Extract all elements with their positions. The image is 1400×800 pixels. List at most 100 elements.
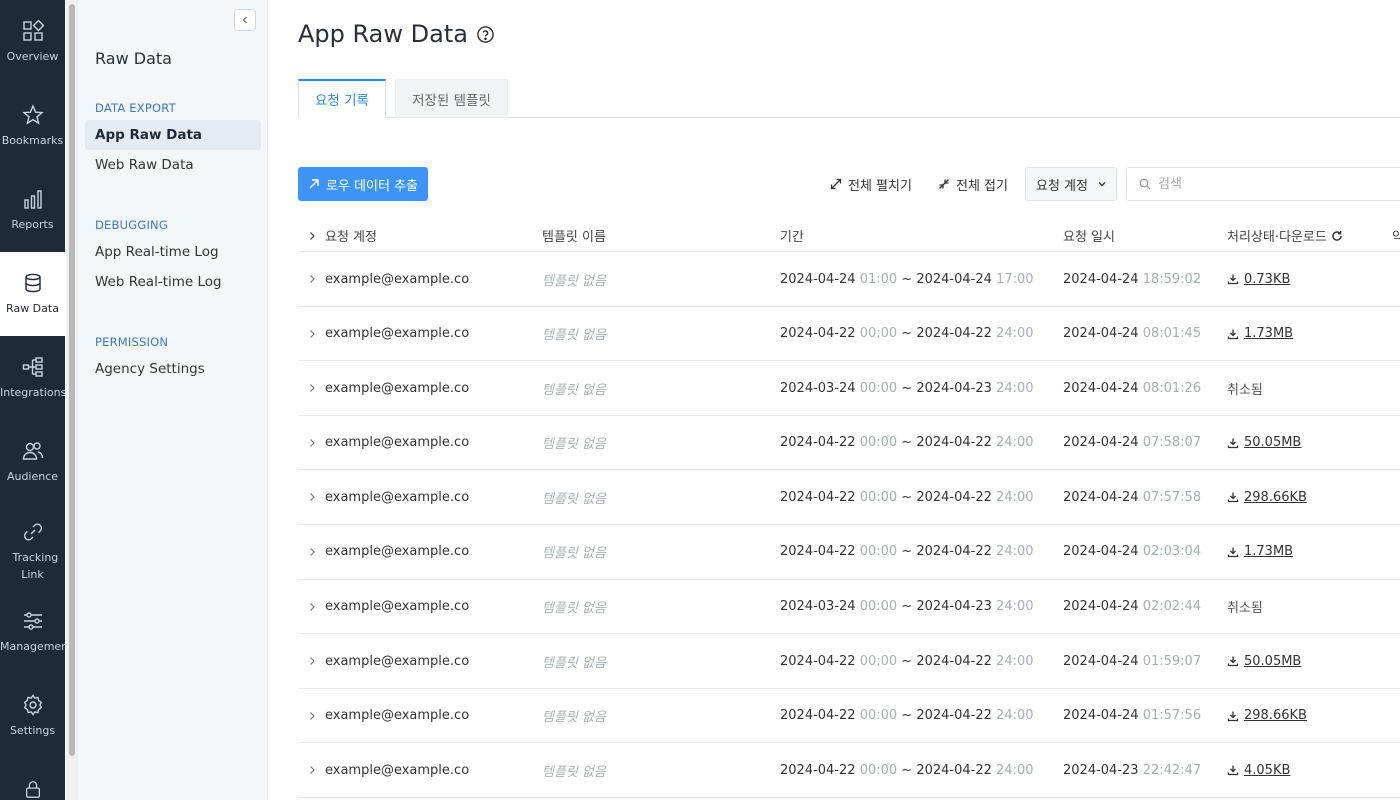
chevron-right-icon[interactable] [307,329,317,339]
period-cell: 2024-03-24 00:00 ~ 2024-04-23 24:00 [780,361,1034,415]
help-icon[interactable] [476,25,495,44]
chevron-left-icon [242,16,247,24]
collapse-sidebar-button[interactable] [234,9,256,31]
search-input[interactable] [1158,176,1400,192]
table-row[interactable]: example@example.co 템플릿 없음 2024-04-22 00:00… [298,307,1400,362]
status-cell: 0.73KB [1227,252,1290,306]
period-separator: ~ [897,762,917,778]
rail-item-tracking-link[interactable]: Tracking Link [0,504,65,600]
request-history-table: 요청 계정 템플릿 이름 기간 요청 일시 처리상태·다운로드 약 exampl… [298,216,1400,798]
table-row[interactable]: example@example.co 템플릿 없음 2024-04-24 01:00… [298,252,1400,307]
tab-saved-templates[interactable]: 저장된 템플릿 [395,79,508,118]
collapse-all-label: 전체 접기 [956,178,1008,194]
chevron-right-icon[interactable] [307,547,317,557]
chevron-right-icon[interactable] [307,656,317,666]
database-icon [24,273,41,292]
nav-link-agency-settings[interactable]: Agency Settings [85,354,261,384]
chevron-right-icon[interactable] [307,711,317,721]
table-row[interactable]: example@example.co 템플릿 없음 2024-03-24 00:00… [298,580,1400,635]
download-link[interactable]: 298.66KB [1227,708,1307,723]
account-cell[interactable]: example@example.co [307,307,469,361]
nav-link-app-realtime-log[interactable]: App Real-time Log [85,237,261,267]
rail-item-audience[interactable]: Audience [0,420,65,504]
start-time: 00:00 [859,544,898,560]
rail-scrollbar-thumb[interactable] [69,4,75,756]
request-time-cell: 2024-04-24 08:01:45 [1063,307,1201,361]
nav-link-web-raw-data[interactable]: Web Raw Data [85,150,261,180]
file-size: 298.66KB [1244,489,1307,505]
account-cell[interactable]: example@example.co [307,470,469,524]
account-cell[interactable]: example@example.co [307,634,469,688]
account-cell[interactable]: example@example.co [307,361,469,415]
request-clock: 01:59:07 [1142,653,1202,669]
rail-item-bookmarks[interactable]: Bookmarks [0,84,65,168]
overview-icon [22,19,44,41]
table-row[interactable]: example@example.co 템플릿 없음 2024-04-22 00:00… [298,634,1400,689]
account-email: example@example.co [325,762,470,778]
download-link[interactable]: 0.73KB [1227,272,1290,287]
end-date: 2024-04-22 [916,762,992,778]
rail-item-lock[interactable] [0,765,65,800]
chevron-right-icon[interactable] [307,383,317,393]
period-separator: ~ [897,380,917,396]
start-time: 01:00 [859,271,898,287]
table-row[interactable]: example@example.co 템플릿 없음 2024-04-22 00:00… [298,743,1400,798]
download-link[interactable]: 298.66KB [1227,490,1307,505]
chevron-right-icon[interactable] [307,492,317,502]
template-name: 템플릿 없음 [542,437,606,453]
request-clock: 07:58:07 [1142,435,1202,451]
download-link[interactable]: 1.73MB [1227,544,1293,559]
header-request-account[interactable]: 요청 계정 [307,226,377,245]
table-row[interactable]: example@example.co 템플릿 없음 2024-03-24 00:00… [298,361,1400,416]
rail-item-raw-data[interactable]: Raw Data [0,252,65,336]
tab-request-history[interactable]: 요청 기록 [298,79,386,119]
account-cell[interactable]: example@example.co [307,525,469,579]
period-separator: ~ [897,708,917,724]
refresh-icon[interactable] [1331,230,1343,242]
rail-item-management[interactable]: Management [0,590,72,674]
collapse-all-button[interactable]: 전체 접기 [938,167,1008,201]
rail-item-integrations[interactable]: Integrations [0,336,67,420]
status-cell: 취소됨 [1227,361,1263,415]
request-time-cell: 2024-04-24 18:59:02 [1063,252,1201,306]
chevron-right-icon[interactable] [307,438,317,448]
account-cell[interactable]: example@example.co [307,689,469,743]
nav-link-app-raw-data[interactable]: App Raw Data [85,120,261,150]
search-box[interactable] [1126,167,1400,201]
status-cancelled: 취소됨 [1227,382,1263,398]
status-cell: 298.66KB [1227,689,1307,743]
chevron-right-icon[interactable] [307,602,317,612]
section-heading-permission: PERMISSION [95,335,169,349]
chevron-right-icon[interactable] [307,274,317,284]
table-row[interactable]: example@example.co 템플릿 없음 2024-04-22 00:00… [298,416,1400,471]
download-link[interactable]: 50.05MB [1227,435,1301,450]
expand-all-button[interactable]: 전체 펼치기 [830,167,912,201]
download-link[interactable]: 50.05MB [1227,654,1301,669]
table-row[interactable]: example@example.co 템플릿 없음 2024-04-22 00:00… [298,470,1400,525]
nav-link-web-realtime-log[interactable]: Web Real-time Log [85,267,261,297]
table-row[interactable]: example@example.co 템플릿 없음 2024-04-22 00:00… [298,525,1400,580]
account-cell[interactable]: example@example.co [307,416,469,470]
download-link[interactable]: 4.05KB [1227,763,1290,778]
request-clock: 08:01:26 [1142,380,1202,396]
period-cell: 2024-04-22 00:00 ~ 2024-04-22 24:00 [780,743,1034,797]
account-cell[interactable]: example@example.co [307,252,469,306]
extract-raw-data-button[interactable]: 로우 데이터 추출 [298,167,428,201]
start-date: 2024-03-24 [780,599,856,615]
arrow-up-right-icon [309,179,319,189]
rail-item-overview[interactable]: Overview [0,0,65,84]
request-date: 2024-04-24 [1063,489,1139,505]
star-icon [21,103,44,125]
request-date: 2024-04-24 [1063,326,1139,342]
rail-scrollbar[interactable] [66,0,78,800]
download-link[interactable]: 1.73MB [1227,326,1293,341]
account-cell[interactable]: example@example.co [307,743,469,797]
rail-item-settings[interactable]: Settings [0,674,65,758]
rail-item-reports[interactable]: Reports [0,168,65,252]
account-select[interactable]: 요청 계정 [1025,167,1117,201]
table-row[interactable]: example@example.co 템플릿 없음 2024-04-22 00:00… [298,689,1400,744]
account-cell[interactable]: example@example.co [307,580,469,634]
rail-label: Integrations [0,385,67,399]
chevron-right-icon[interactable] [307,765,317,775]
period-separator: ~ [897,271,917,287]
